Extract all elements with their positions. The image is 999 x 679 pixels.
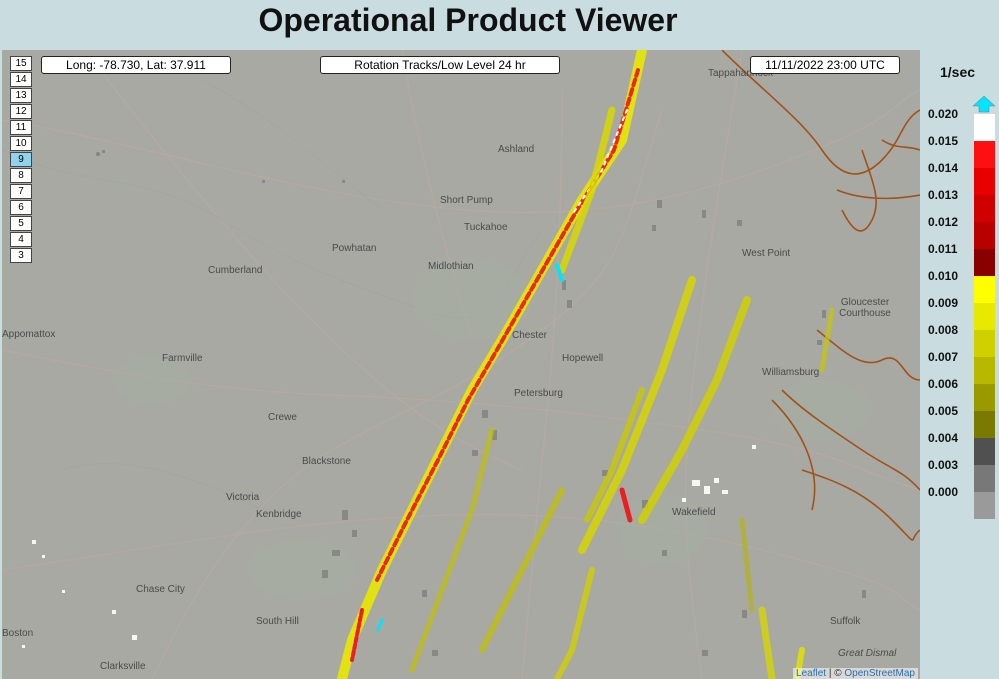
legend-swatch [974,438,995,465]
level-button-10[interactable]: 10 [10,136,32,151]
level-button-8[interactable]: 8 [10,168,32,183]
place-label: Boston [2,628,34,639]
legend-swatch [974,141,995,168]
legend-swatch [974,168,995,195]
place-label: Ashland [498,144,535,155]
place-label: Blackstone [302,456,351,467]
place-label: Wakefield [672,507,716,518]
map-attribution: Leaflet | © OpenStreetMap [793,668,918,679]
level-button-5[interactable]: 5 [10,216,32,231]
place-label: Tuckahoe [464,222,508,233]
color-legend: 1/sec 0.020 0.015 0.014 0.013 0.012 0.011 0.01… [922,50,999,679]
legend-label: 0.005 [928,404,959,418]
legend-label: 0.006 [928,377,959,391]
legend-label: 0.008 [928,323,959,337]
page-title: Operational Product Viewer [258,2,678,38]
legend-unit: 1/sec [940,64,976,80]
place-label: Powhatan [332,243,377,254]
level-selector: 15 14 13 12 11 10 9 8 7 6 5 4 3 [10,56,32,264]
legend-label: 0.007 [928,350,959,364]
place-label: Cumberland [208,265,263,276]
leaflet-link[interactable]: Leaflet [796,668,826,679]
level-button-4[interactable]: 4 [10,232,32,247]
legend-swatch [974,330,995,357]
place-label: Farmville [162,353,203,364]
place-label: Appomattox [2,329,56,340]
level-button-12[interactable]: 12 [10,104,32,119]
place-label: Great Dismal [838,648,897,659]
place-label: Kenbridge [256,509,302,520]
legend-label: 0.020 [928,107,959,121]
product-selector[interactable]: Rotation Tracks/Low Level 24 hr [320,56,560,74]
place-label: Chester [512,330,548,341]
legend-label: 0.009 [928,296,959,310]
legend-label: 0.013 [928,188,959,202]
place-label: Midlothian [428,261,474,272]
legend-label: 0.014 [928,161,959,175]
place-label: Victoria [226,492,260,503]
legend-label: 0.015 [928,134,959,148]
legend-swatch [974,411,995,438]
map-view[interactable]: 15 14 13 12 11 10 9 8 7 6 5 4 3 Long: -7… [2,50,920,679]
place-label: Hopewell [562,353,604,364]
legend-label: 0.004 [928,431,959,445]
place-label: Gloucester Courthouse [839,297,891,319]
legend-swatch [974,249,995,276]
level-button-13[interactable]: 13 [10,88,32,103]
osm-link[interactable]: OpenStreetMap [844,668,915,679]
legend-swatch [974,222,995,249]
attribution-separator: | © [826,668,845,679]
water-border [721,50,920,541]
level-button-14[interactable]: 14 [10,72,32,87]
rotation-tracks [337,50,835,679]
legend-swatch [974,357,995,384]
level-button-7[interactable]: 7 [10,184,32,199]
level-button-3[interactable]: 3 [10,248,32,263]
legend-swatch [974,492,995,519]
legend-swatch [974,114,995,141]
place-label: Short Pump [440,195,493,206]
level-button-11[interactable]: 11 [10,120,32,135]
legend-swatch [974,465,995,492]
legend-swatch [974,384,995,411]
legend-label: 0.000 [928,485,959,499]
place-label: West Point [742,248,791,259]
place-label: South Hill [256,616,299,627]
legend-swatch [974,303,995,330]
legend-max-arrow-icon [972,95,996,113]
legend-label: 0.011 [928,242,958,256]
place-label: Suffolk [830,616,861,627]
place-label: Chase City [136,584,185,595]
legend-label: 0.012 [928,215,959,229]
place-label: Crewe [268,412,297,423]
place-label: Williamsburg [762,367,820,378]
place-label: Clarksville [100,661,146,672]
place-label: Petersburg [514,388,563,399]
level-button-15[interactable]: 15 [10,56,32,71]
legend-label: 0.003 [928,458,959,472]
coordinate-readout: Long: -78.730, Lat: 37.911 [41,56,231,74]
level-button-6[interactable]: 6 [10,200,32,215]
legend-swatch [974,276,995,303]
legend-swatch [974,195,995,222]
timestamp-display[interactable]: 11/11/2022 23:00 UTC [750,56,900,74]
legend-label: 0.010 [928,269,959,283]
level-button-9[interactable]: 9 [10,152,32,167]
